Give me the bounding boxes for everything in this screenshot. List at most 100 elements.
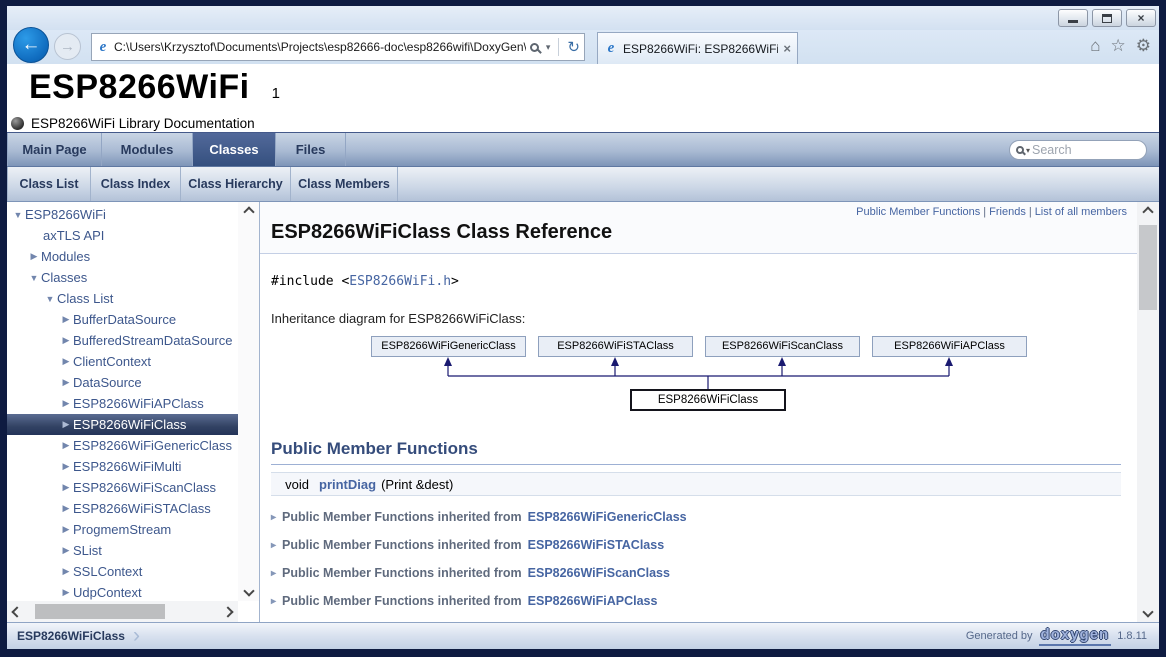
summary-links: Public Member Functions|Friends|List of … [271, 206, 1127, 218]
diagram-node-scanclass[interactable]: ESP8266WiFiScanClass [705, 336, 860, 357]
search-scope-dropdown-icon[interactable]: ▾ [1026, 146, 1030, 155]
minimize-button[interactable] [1058, 9, 1088, 27]
inherited-class-link[interactable]: ESP8266WiFiAPClass [528, 594, 658, 608]
address-input[interactable] [114, 40, 526, 54]
tree-expand-icon[interactable]: ▶ [59, 566, 73, 577]
tree-item-clientcontext[interactable]: ▶ClientContext [7, 351, 238, 372]
inherited-class-link[interactable]: ESP8266WiFiSTAClass [528, 538, 665, 552]
tree-collapse-icon[interactable]: ▼ [11, 210, 25, 220]
summary-link-list-of-all-members[interactable]: List of all members [1035, 206, 1127, 218]
tree-item-bufferdatasource[interactable]: ▶BufferDataSource [7, 309, 238, 330]
scroll-up-button[interactable] [1137, 202, 1159, 222]
diagram-node-staclass[interactable]: ESP8266WiFiSTAClass [538, 336, 693, 357]
tree-expand-icon[interactable]: ▶ [59, 377, 73, 388]
tree-expand-icon[interactable]: ▶ [59, 461, 73, 472]
scroll-down-button[interactable] [1137, 602, 1159, 622]
tree-expand-icon[interactable]: ▶ [59, 587, 73, 598]
tree-expand-icon[interactable]: ▶ [59, 314, 73, 325]
tree-item-modules[interactable]: ▶Modules [7, 246, 238, 267]
tree-item-esp8266wifigenericclass[interactable]: ▶ESP8266WiFiGenericClass [7, 435, 238, 456]
navpath-bar: ESP8266WiFiClass › Generated by doxygen … [7, 622, 1159, 649]
scroll-right-button[interactable] [218, 601, 238, 622]
close-icon: × [1137, 12, 1144, 24]
tree-expand-icon[interactable]: ▶ [59, 356, 73, 367]
settings-gear-icon[interactable]: ⚙ [1136, 36, 1151, 56]
scroll-down-icon [243, 585, 254, 596]
sidebar-horizontal-scrollbar[interactable] [7, 601, 238, 622]
member-link-printdiag[interactable]: printDiag [319, 477, 376, 492]
tree-item-esp8266wifiscanclass[interactable]: ▶ESP8266WiFiScanClass [7, 477, 238, 498]
favorites-star-icon[interactable]: ☆ [1111, 36, 1126, 56]
horizontal-scroll-thumb[interactable] [35, 604, 165, 619]
back-button[interactable]: ← [13, 27, 49, 63]
inherited-section-scanclass[interactable]: ▸ Public Member Functions inherited from… [271, 566, 1127, 580]
tree-expand-icon[interactable]: ▶ [59, 440, 73, 451]
tree-item-class-list[interactable]: ▼Class List [7, 288, 238, 309]
summary-link-public-member-functions[interactable]: Public Member Functions [856, 206, 980, 218]
tab-class-index[interactable]: Class Index [91, 167, 181, 201]
diagram-node-genericclass[interactable]: ESP8266WiFiGenericClass [371, 336, 526, 357]
tree-expand-icon[interactable]: ▶ [59, 482, 73, 493]
inherited-class-link[interactable]: ESP8266WiFiGenericClass [528, 510, 687, 524]
summary-link-friends[interactable]: Friends [989, 206, 1026, 218]
tree-expand-icon[interactable]: ▶ [59, 524, 73, 535]
inherited-section-genericclass[interactable]: ▸ Public Member Functions inherited from… [271, 510, 1127, 524]
tree-item-esp8266wifiapclass[interactable]: ▶ESP8266WiFiAPClass [7, 393, 238, 414]
expand-triangle-icon: ▸ [271, 512, 276, 523]
close-button[interactable]: × [1126, 9, 1156, 27]
search-box[interactable]: ▾ [1009, 140, 1147, 160]
tree-item-slist[interactable]: ▶SList [7, 540, 238, 561]
tree-item-udpcontext[interactable]: ▶UdpContext [7, 582, 238, 601]
tree-item-classes[interactable]: ▼Classes [7, 267, 238, 288]
vertical-scroll-thumb[interactable] [1139, 225, 1157, 310]
address-search-icon[interactable] [530, 43, 539, 52]
tree-item-esp8266wifistaclass[interactable]: ▶ESP8266WiFiSTAClass [7, 498, 238, 519]
tab-close-icon[interactable]: × [783, 41, 791, 56]
scroll-down-button[interactable] [238, 581, 259, 601]
tab-class-hierarchy[interactable]: Class Hierarchy [181, 167, 291, 201]
sidebar-vertical-scrollbar[interactable] [238, 202, 259, 601]
tree-expand-icon[interactable]: ▶ [59, 503, 73, 514]
scroll-up-button[interactable] [238, 202, 259, 222]
include-file-link[interactable]: ESP8266WiFi.h [349, 274, 451, 289]
tree-expand-icon[interactable]: ▶ [27, 251, 41, 262]
tree-item-axtls-api[interactable]: axTLS API [7, 225, 238, 246]
tab-classes[interactable]: Classes [193, 133, 276, 166]
diagram-node-apclass[interactable]: ESP8266WiFiAPClass [872, 336, 1027, 357]
tab-class-list[interactable]: Class List [7, 167, 91, 201]
tree-expand-icon[interactable]: ▶ [59, 419, 73, 430]
tree-collapse-icon[interactable]: ▼ [27, 273, 41, 283]
tree-item-bufferedstreamdatasource[interactable]: ▶BufferedStreamDataSource [7, 330, 238, 351]
tree-item-esp8266wifimulti[interactable]: ▶ESP8266WiFiMulti [7, 456, 238, 477]
tree-collapse-icon[interactable]: ▼ [43, 294, 57, 304]
breadcrumb[interactable]: ESP8266WiFiClass [17, 629, 125, 643]
project-name: ESP8266WiFi1 [9, 64, 1159, 114]
browser-tab[interactable]: e ESP8266WiFi: ESP8266WiFi... × [597, 32, 798, 64]
tab-main-page[interactable]: Main Page [7, 133, 102, 166]
refresh-icon[interactable]: ↻ [567, 38, 580, 56]
home-icon[interactable]: ⌂ [1090, 36, 1100, 56]
tree-item-esp8266wifi[interactable]: ▼ESP8266WiFi [7, 204, 238, 225]
maximize-button[interactable] [1092, 9, 1122, 27]
search-input[interactable] [1032, 143, 1140, 157]
content-vertical-scrollbar[interactable] [1137, 202, 1159, 622]
tree-expand-icon[interactable]: ▶ [59, 398, 73, 409]
tab-modules[interactable]: Modules [102, 133, 193, 166]
tree-expand-icon[interactable]: ▶ [59, 335, 73, 346]
tab-files[interactable]: Files [276, 133, 346, 166]
tree-item-esp8266wificlass-selected[interactable]: ▶ESP8266WiFiClass [7, 414, 238, 435]
tree-item-datasource[interactable]: ▶DataSource [7, 372, 238, 393]
forward-button[interactable]: → [54, 33, 81, 60]
inherited-class-link[interactable]: ESP8266WiFiScanClass [528, 566, 670, 580]
tree-item-sslcontext[interactable]: ▶SSLContext [7, 561, 238, 582]
search-dropdown-icon[interactable]: ▾ [546, 42, 551, 53]
inherited-section-staclass[interactable]: ▸ Public Member Functions inherited from… [271, 538, 1127, 552]
inherited-section-apclass[interactable]: ▸ Public Member Functions inherited from… [271, 594, 1127, 608]
address-bar[interactable]: e ▾ ↻ [91, 33, 585, 61]
tab-class-members[interactable]: Class Members [291, 167, 398, 201]
scroll-left-button[interactable] [7, 601, 27, 622]
tree-item-progmemstream[interactable]: ▶ProgmemStream [7, 519, 238, 540]
doxygen-logo[interactable]: doxygen [1039, 626, 1112, 646]
scroll-down-icon [1142, 606, 1153, 617]
tree-expand-icon[interactable]: ▶ [59, 545, 73, 556]
